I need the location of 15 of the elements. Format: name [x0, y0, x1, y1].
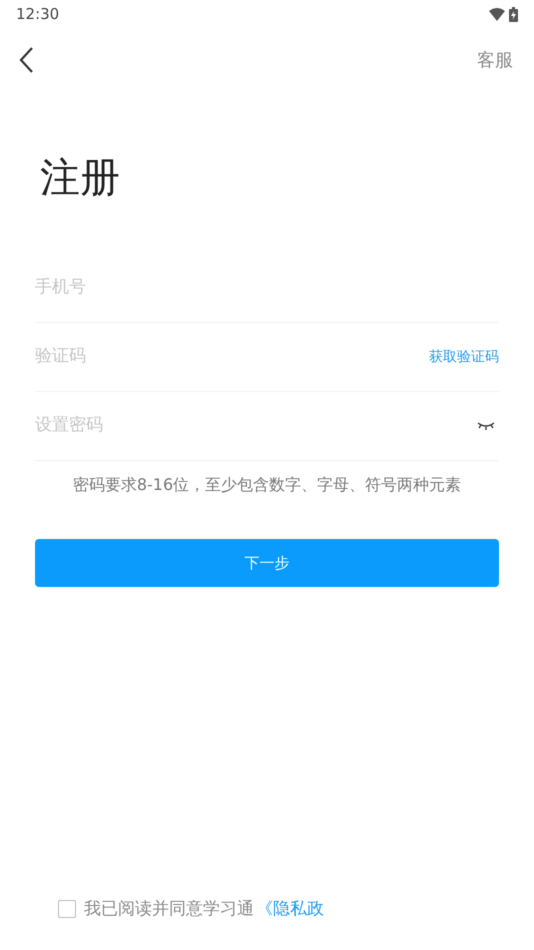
agreement-checkbox[interactable] [58, 900, 76, 918]
privacy-policy-link[interactable]: 《隐私政 [256, 896, 324, 922]
input-field[interactable]: 手机号 [35, 275, 499, 301]
input-field[interactable]: 验证码 [35, 344, 429, 370]
agreement-text: 我已阅读并同意学习通 [84, 898, 254, 920]
eye-closed-icon[interactable] [477, 421, 495, 431]
battery-icon [509, 6, 518, 22]
password-hint: 密码要求8-16位，至少包含数字、字母、符号两种元素 [72, 474, 462, 496]
page-title: 注册 [40, 158, 120, 198]
input-field[interactable]: 设置密码 [35, 413, 477, 439]
next-button[interactable]: 下一步 [35, 539, 499, 587]
wifi-icon [489, 8, 505, 20]
get-code-link[interactable]: 获取验证码 [429, 346, 499, 368]
customer-service-link[interactable]: 客服 [477, 46, 513, 74]
status-time: 12:30 [16, 4, 60, 25]
